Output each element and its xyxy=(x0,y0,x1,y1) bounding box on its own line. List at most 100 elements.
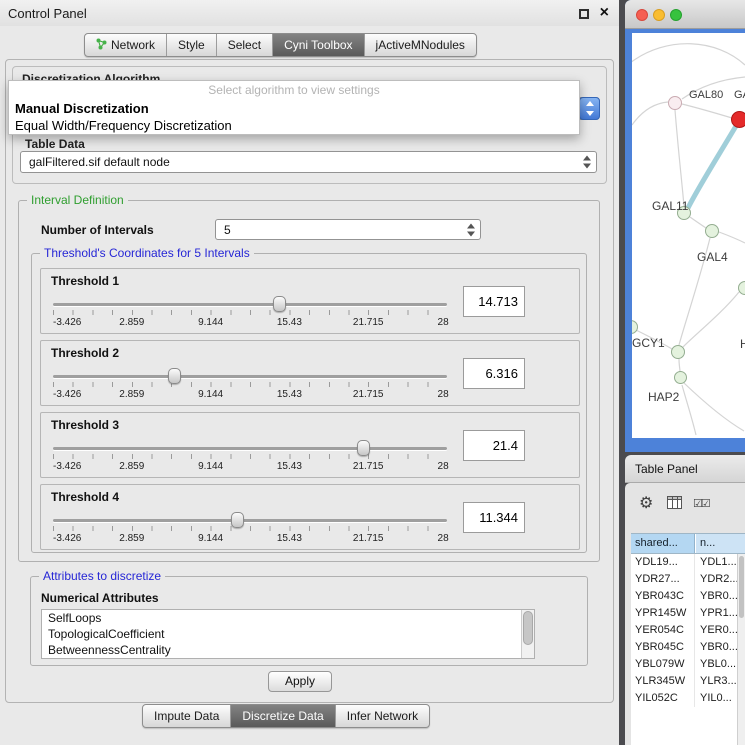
table-row[interactable]: YDL19...YDL1... xyxy=(631,554,745,571)
node-label-gal80: GAL80 xyxy=(689,89,723,101)
cell-shared-name[interactable]: YIL052C xyxy=(631,690,695,707)
slider-ticks xyxy=(53,454,447,459)
cell-shared-name[interactable]: YBR043C xyxy=(631,588,695,605)
interval-definition-legend: Interval Definition xyxy=(27,193,128,207)
gear-icon[interactable]: ⚙ xyxy=(639,493,653,513)
tab-style[interactable]: Style xyxy=(166,34,216,56)
tab-impute-data[interactable]: Impute Data xyxy=(143,705,230,727)
network-node[interactable] xyxy=(668,96,682,110)
threshold-2-value-field[interactable]: 6.316 xyxy=(463,358,525,389)
table-row[interactable]: YER054CYER0... xyxy=(631,622,745,639)
table-row[interactable]: YBR045CYBR0... xyxy=(631,639,745,656)
tab-label: Network xyxy=(111,38,155,52)
list-item[interactable]: SelfLoops xyxy=(42,610,534,626)
algorithm-option-equal-width[interactable]: Equal Width/Frequency Discretization xyxy=(15,118,232,133)
table-scrollbar[interactable] xyxy=(737,554,745,745)
tick-label: 2.859 xyxy=(119,317,144,328)
network-node[interactable] xyxy=(674,371,687,384)
cell-shared-name[interactable]: YDL19... xyxy=(631,554,695,571)
control-panel: Control Panel × Network Style Select Cyn… xyxy=(0,0,619,745)
tick-label: 9.144 xyxy=(198,461,223,472)
tick-label: -3.426 xyxy=(53,317,81,328)
slider-track[interactable] xyxy=(53,447,447,450)
list-item[interactable]: TopologicalCoefficient xyxy=(42,626,534,642)
network-window-titlebar xyxy=(625,0,745,29)
cell-shared-name[interactable]: YDR27... xyxy=(631,571,695,588)
list-scrollbar[interactable] xyxy=(521,610,534,658)
numerical-attributes-list[interactable]: SelfLoops TopologicalCoefficient Between… xyxy=(41,609,535,659)
network-node-selected[interactable] xyxy=(731,111,745,128)
algorithm-hint-option[interactable]: Select algorithm to view settings xyxy=(9,83,579,97)
table-row[interactable]: YIL052CYIL0... xyxy=(631,690,745,707)
network-node[interactable] xyxy=(671,345,685,359)
threshold-3-value-field[interactable]: 21.4 xyxy=(463,430,525,461)
cell-shared-name[interactable]: YBL079W xyxy=(631,656,695,673)
tab-select[interactable]: Select xyxy=(216,34,272,56)
list-item[interactable]: BetweennessCentrality xyxy=(42,642,534,658)
network-node[interactable] xyxy=(705,224,719,238)
tab-discretize-data[interactable]: Discretize Data xyxy=(230,705,334,727)
cell-shared-name[interactable]: YER054C xyxy=(631,622,695,639)
number-of-intervals-combobox[interactable]: 5 xyxy=(215,219,481,240)
column-header-shared-name[interactable]: shared... xyxy=(631,534,695,553)
cell-shared-name[interactable]: YLR345W xyxy=(631,673,695,690)
table-panel-window: ⚙ ☑☑ shared... n... YDL19...YDL1... YDR2… xyxy=(625,483,745,745)
combobox-arrows-icon[interactable] xyxy=(579,97,600,120)
tab-infer-network[interactable]: Infer Network xyxy=(335,705,429,727)
select-all-checkboxes-icon[interactable]: ☑☑ xyxy=(693,497,709,510)
apply-button[interactable]: Apply xyxy=(268,671,332,692)
threshold-3-panel: Threshold 3 -3.426 2.859 9.144 15.43 21.… xyxy=(40,412,580,478)
network-view-window: GAL80 GA GAL11 GAL4 GCY1 HAP2 H xyxy=(625,0,745,452)
scrollbar-thumb[interactable] xyxy=(523,611,533,645)
zoom-traffic-light[interactable] xyxy=(670,9,682,21)
table-panel-title: Table Panel xyxy=(635,462,698,476)
scrollbar-thumb[interactable] xyxy=(739,556,744,618)
table-row[interactable]: YPR145WYPR1... xyxy=(631,605,745,622)
threshold-1-label: Threshold 1 xyxy=(51,274,119,288)
algorithm-option-manual[interactable]: Manual Discretization xyxy=(15,101,149,116)
tick-label: 21.715 xyxy=(353,461,384,472)
close-window-button[interactable]: × xyxy=(600,4,609,22)
close-traffic-light[interactable] xyxy=(636,9,648,21)
slider-thumb[interactable] xyxy=(168,368,181,384)
table-row[interactable]: YDR27...YDR2... xyxy=(631,571,745,588)
slider-thumb[interactable] xyxy=(231,512,244,528)
table-data-combobox[interactable]: galFiltered.sif default node xyxy=(20,151,597,173)
column-chooser-icon[interactable] xyxy=(667,496,682,514)
tick-label: 21.715 xyxy=(353,533,384,544)
slider-track[interactable] xyxy=(53,519,447,522)
node-label-partial: GA xyxy=(734,89,745,101)
threshold-1-slider[interactable]: -3.426 2.859 9.144 15.43 21.715 28 xyxy=(53,295,447,333)
cell-shared-name[interactable]: YBR045C xyxy=(631,639,695,656)
node-attribute-table[interactable]: shared... n... YDL19...YDL1... YDR27...Y… xyxy=(631,533,745,745)
tab-network[interactable]: Network xyxy=(85,34,166,56)
slider-track[interactable] xyxy=(53,375,447,378)
slider-thumb[interactable] xyxy=(357,440,370,456)
tick-label: -3.426 xyxy=(53,533,81,544)
slider-track[interactable] xyxy=(53,303,447,306)
threshold-4-value-field[interactable]: 11.344 xyxy=(463,502,525,533)
threshold-1-value-field[interactable]: 14.713 xyxy=(463,286,525,317)
tick-label: 21.715 xyxy=(353,317,384,328)
tab-jactivemodules[interactable]: jActiveMNodules xyxy=(364,34,476,56)
threshold-2-slider[interactable]: -3.426 2.859 9.144 15.43 21.715 28 xyxy=(53,367,447,405)
tick-label: 28 xyxy=(438,461,449,472)
table-row[interactable]: YBL079WYBL0... xyxy=(631,656,745,673)
network-node[interactable] xyxy=(738,281,745,295)
table-data-value: galFiltered.sif default node xyxy=(29,155,170,169)
tab-cyni-toolbox[interactable]: Cyni Toolbox xyxy=(272,34,363,56)
network-canvas[interactable]: GAL80 GA GAL11 GAL4 GCY1 HAP2 H xyxy=(632,33,745,438)
table-row[interactable]: YBR043CYBR0... xyxy=(631,588,745,605)
threshold-2-panel: Threshold 2 -3.426 2.859 9.144 15.43 21.… xyxy=(40,340,580,406)
table-row[interactable]: YLR345WYLR3... xyxy=(631,673,745,690)
attributes-legend: Attributes to discretize xyxy=(39,569,165,583)
threshold-4-slider[interactable]: -3.426 2.859 9.144 15.43 21.715 28 xyxy=(53,511,447,549)
float-window-button[interactable] xyxy=(579,9,589,19)
threshold-3-slider[interactable]: -3.426 2.859 9.144 15.43 21.715 28 xyxy=(53,439,447,477)
slider-thumb[interactable] xyxy=(273,296,286,312)
column-header-name[interactable]: n... xyxy=(696,534,745,553)
minimize-traffic-light[interactable] xyxy=(653,9,665,21)
node-label-gal11: GAL11 xyxy=(652,199,688,213)
cell-shared-name[interactable]: YPR145W xyxy=(631,605,695,622)
table-panel-titlebar: Table Panel xyxy=(625,455,745,483)
